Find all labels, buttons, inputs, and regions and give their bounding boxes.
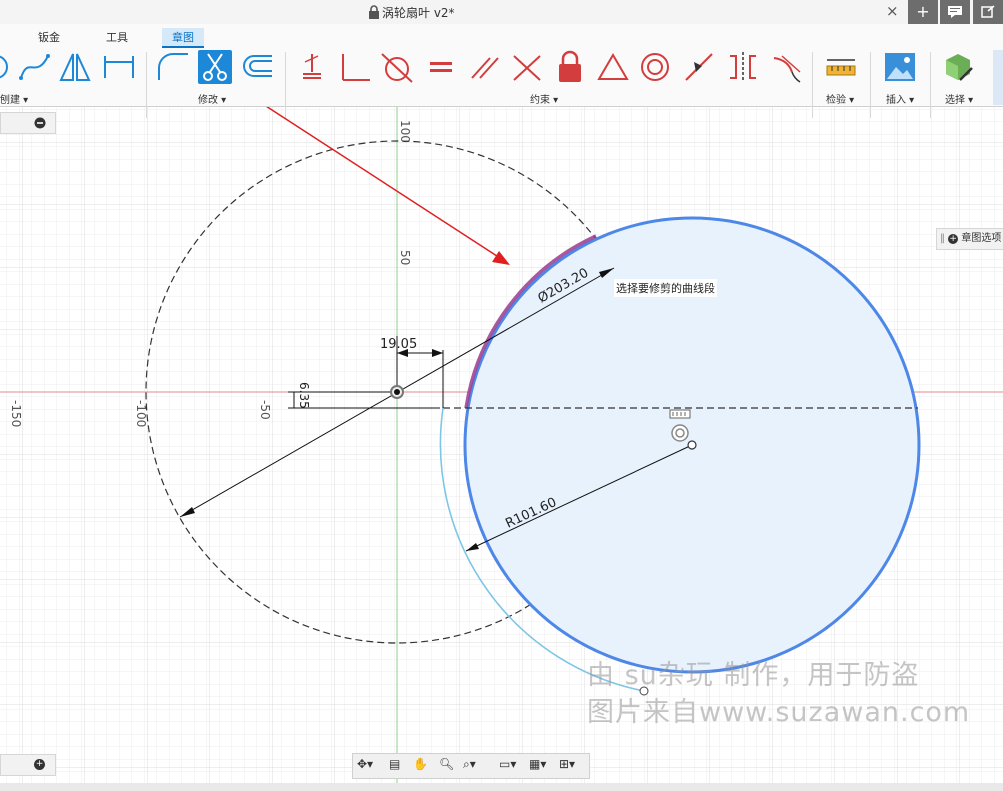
parallel-constraint-icon[interactable] [468, 50, 502, 84]
triangle-constraint-icon[interactable] [596, 50, 630, 84]
lock-constraint-icon[interactable] [553, 50, 587, 84]
watermark-line-2: 图片来自www.suzawan.com [587, 697, 971, 728]
fix-constraint-icon[interactable] [296, 50, 330, 84]
coincident-constraint-icon[interactable] [510, 50, 544, 84]
comments-panel-collapsed[interactable]: + [0, 754, 56, 776]
spline-tool-icon[interactable] [18, 50, 52, 84]
tab-sketch[interactable]: 章图 [162, 28, 204, 48]
dimension-tool-icon[interactable] [102, 50, 136, 84]
grid-label-y-50: 50 [398, 250, 412, 265]
zoom-icon[interactable]: 🔍︎ [439, 757, 454, 771]
finish-sketch-button[interactable] [993, 50, 1003, 105]
perpendicular-constraint-icon[interactable] [338, 50, 372, 84]
grid-label-y-100: 100 [398, 120, 412, 143]
share-icon [981, 5, 995, 18]
tab-utilities[interactable]: 工具 [96, 28, 138, 46]
measure-tool-icon[interactable] [824, 50, 858, 84]
navigation-toolbar: ✥▾ ▤ ✋ 🔍︎ ⌕▾ ▭▾ ▦▾ ⊞▾ [352, 753, 590, 779]
sketch-palette-label: 章图选项 [961, 233, 1002, 244]
scissors-icon [203, 53, 227, 81]
toolbar-ribbon: 钣金 工具 章图 刨建 ▾ 修改 ▾ 约束 ▾ 检验 ▾ 插入 ▾ 选择 ▾ [0, 24, 1003, 118]
constraints-group-label[interactable]: 约束 ▾ [530, 91, 558, 106]
circle-center-point[interactable] [687, 440, 697, 450]
fit-icon[interactable]: ⌕▾ [463, 757, 476, 772]
insert-group-label[interactable]: 插入 ▾ [886, 91, 914, 106]
comment-icon [948, 6, 962, 18]
sketch-palette-panel[interactable]: ‖ + 章图选项 [936, 228, 1003, 250]
concentric-constraint-icon[interactable] [638, 50, 672, 84]
orbit-icon[interactable]: ✥▾ [357, 757, 373, 771]
fillet-tool-icon[interactable] [156, 50, 190, 84]
select-group-label[interactable]: 选择 ▾ [945, 91, 973, 106]
status-bar [0, 783, 1003, 791]
drag-handle-icon: ‖ [940, 233, 945, 244]
expand-icon: + [34, 759, 45, 770]
vertical-dimension[interactable]: 6.35 [297, 382, 311, 409]
grid-settings-icon[interactable]: ▦▾ [529, 757, 546, 771]
symmetry-constraint-icon[interactable] [726, 50, 760, 84]
origin-center [394, 389, 400, 395]
mirror-tool-icon[interactable] [58, 50, 92, 84]
tangent-constraint-icon[interactable] [380, 50, 414, 84]
grid-label-x-neg50: -50 [258, 400, 272, 420]
title-bar: 涡轮扇叶 v2* × + [0, 0, 1003, 24]
close-tab-button[interactable]: × [886, 2, 899, 20]
trim-tool-button[interactable] [198, 50, 232, 84]
inspect-group-label[interactable]: 检验 ▾ [826, 91, 854, 106]
lock-icon [369, 5, 379, 19]
create-group-label[interactable]: 刨建 ▾ [0, 91, 28, 106]
offset-tool-icon[interactable] [240, 50, 274, 84]
expand-icon: + [948, 234, 959, 244]
look-at-icon[interactable]: ▤ [389, 757, 400, 771]
viewports-icon[interactable]: ⊞▾ [559, 757, 575, 771]
curvature-constraint-icon[interactable] [770, 50, 804, 84]
equal-constraint-icon[interactable] [424, 50, 458, 84]
plus-icon: + [916, 2, 930, 21]
midpoint-constraint-icon[interactable] [682, 50, 716, 84]
grid-label-x-neg150: -150 [9, 400, 23, 427]
modify-group-label[interactable]: 修改 ▾ [198, 91, 226, 106]
select-tool-icon[interactable] [942, 50, 976, 84]
horizontal-dimension[interactable]: 19.05 [380, 337, 417, 352]
circle-tool-icon[interactable] [0, 50, 20, 84]
new-tab-button[interactable]: + [908, 0, 938, 24]
watermark-line-1: 由 su杂玩 制作，用于防盗 [587, 660, 920, 691]
insert-image-icon[interactable] [883, 50, 917, 84]
trim-tooltip: 选择要修剪的曲线段 [614, 279, 717, 297]
display-settings-icon[interactable]: ▭▾ [499, 757, 516, 771]
browser-panel-collapsed[interactable] [0, 112, 56, 134]
collapse-icon [34, 117, 46, 129]
share-button[interactable] [973, 0, 1003, 24]
tab-sheet-metal[interactable]: 钣金 [28, 28, 70, 46]
document-title: 涡轮扇叶 v2* [382, 6, 455, 20]
comments-button[interactable] [940, 0, 970, 24]
pan-icon[interactable]: ✋ [413, 757, 428, 771]
